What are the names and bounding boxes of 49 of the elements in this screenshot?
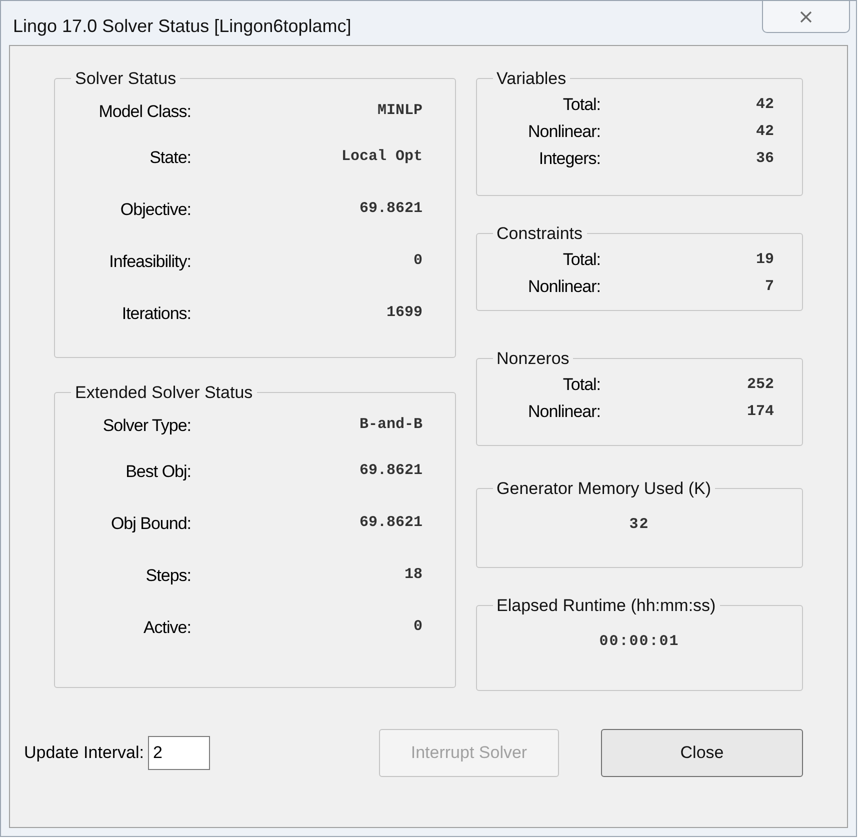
dialog-button[interactable]: Close — [601, 729, 803, 777]
field-value: 0 — [412, 251, 424, 272]
field-value: 18 — [404, 565, 424, 586]
field-label: Steps: — [144, 564, 191, 587]
field-value: 69.8621 — [358, 513, 424, 534]
window-title: Lingo 17.0 Solver Status [Lingon6toplamc] — [13, 15, 352, 38]
field-value: 36 — [754, 148, 775, 169]
input-field[interactable]: 2 — [148, 736, 210, 770]
field-label: Total: — [562, 374, 601, 396]
group-title: Extended Solver Status — [74, 382, 254, 404]
field-label: Integers: — [538, 148, 601, 170]
field-label: Obj Bound: — [110, 512, 191, 535]
field-value: Local Opt — [340, 147, 424, 168]
field-label: Model Class: — [98, 100, 191, 123]
field-label: Best Obj: — [124, 460, 191, 483]
field-label: Objective: — [119, 198, 191, 221]
field-value: 00:00:01 — [599, 632, 680, 652]
field-value: MINLP — [376, 101, 424, 122]
field-value: 7 — [764, 276, 775, 297]
field-label: Nonlinear: — [527, 121, 601, 144]
field-label: Nonlinear: — [527, 276, 601, 298]
field-value: 19 — [754, 250, 775, 270]
field-value: 69.8621 — [358, 461, 424, 482]
field-label: Active: — [142, 616, 191, 639]
group-title: Elapsed Runtime (hh:mm:ss) — [496, 595, 717, 617]
field-value: B-and-B — [358, 415, 424, 436]
field-label: Solver Type: — [102, 414, 191, 437]
field-value: 42 — [754, 122, 775, 142]
field-value: 174 — [746, 402, 775, 422]
field-value: 0 — [412, 617, 424, 638]
group-title: Solver Status — [74, 68, 178, 90]
field-label: Nonlinear: — [527, 401, 601, 424]
field-label: Total: — [562, 249, 601, 272]
close-button[interactable] — [762, 1, 850, 33]
field-value: 42 — [754, 94, 775, 115]
field-value: 1699 — [386, 303, 424, 324]
close-icon — [799, 10, 813, 24]
group-title: Variables — [496, 68, 568, 90]
field-label: Total: — [562, 94, 601, 116]
field-label: Update Interval: — [24, 742, 144, 764]
group-title: Constraints — [496, 223, 584, 245]
field-value: 32 — [629, 514, 650, 534]
group-title: Generator Memory Used (K) — [496, 478, 712, 500]
field-value: 69.8621 — [358, 199, 424, 220]
field-value: 252 — [746, 374, 775, 395]
field-label: State: — [148, 146, 191, 169]
field-label: Iterations: — [120, 302, 191, 325]
field-label: Infeasibility: — [108, 250, 191, 273]
group-title: Nonzeros — [496, 348, 570, 370]
